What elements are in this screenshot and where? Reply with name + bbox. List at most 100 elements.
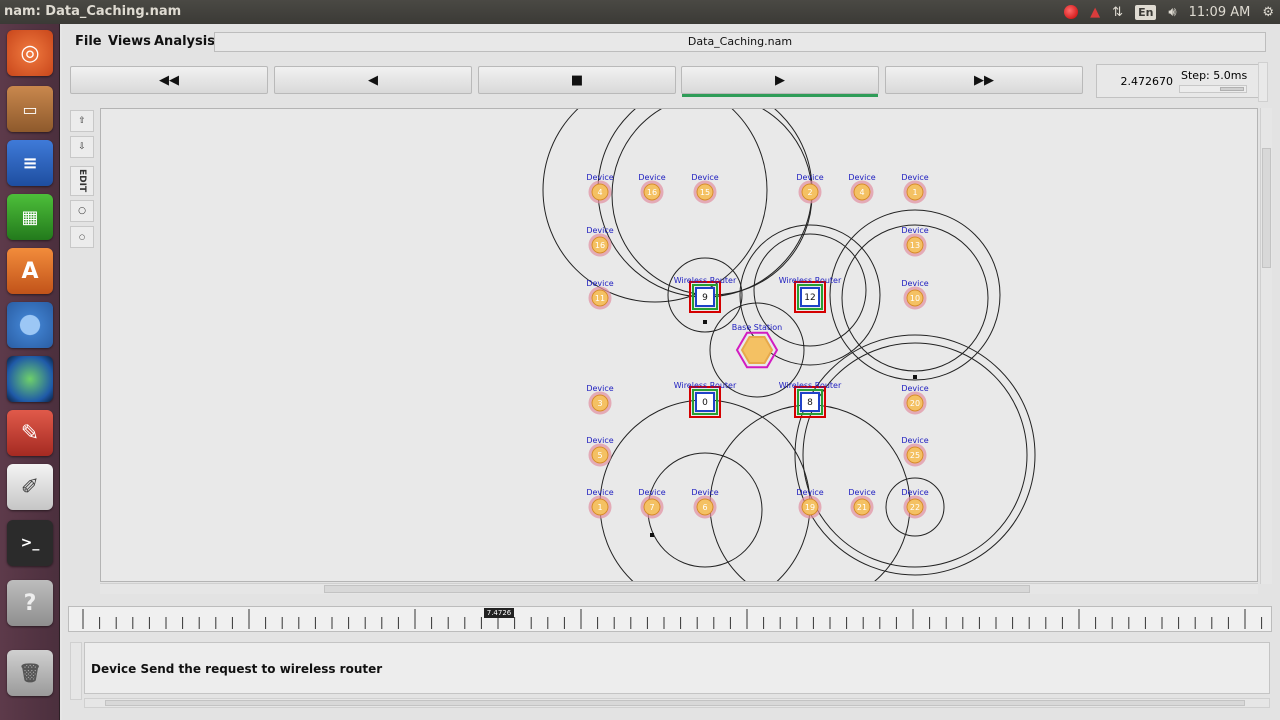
base-station-label: Base Station xyxy=(732,323,782,332)
router-label: Wireless Router xyxy=(674,276,737,285)
device-label: Device xyxy=(901,173,928,182)
device-id: 15 xyxy=(700,188,710,197)
device-id: 1 xyxy=(912,188,917,197)
device-id: 6 xyxy=(702,503,707,512)
device-label: Device xyxy=(638,488,665,497)
circle-large-icon[interactable]: ○ xyxy=(70,200,94,222)
canvas-vscroll-thumb[interactable] xyxy=(1262,148,1271,268)
device-id: 19 xyxy=(805,503,815,512)
globe-icon[interactable] xyxy=(7,356,53,402)
device-label: Device xyxy=(586,226,613,235)
step-slider-thumb[interactable] xyxy=(1220,87,1244,91)
router-id: 9 xyxy=(702,293,708,303)
annotation-horizontal-scrollbar[interactable] xyxy=(84,698,1270,708)
device-id: 16 xyxy=(647,188,657,197)
step-slider[interactable] xyxy=(1179,85,1247,93)
device-id: 7 xyxy=(649,503,654,512)
file-manager-icon[interactable]: ▭ xyxy=(7,86,53,132)
menu-analysis[interactable]: Analysis xyxy=(154,34,215,49)
network-topology: Device4Device16Device15Device2Device4Dev… xyxy=(542,109,1036,581)
device-label: Device xyxy=(586,436,613,445)
device-label: Device xyxy=(901,436,928,445)
packet-marker xyxy=(913,375,917,379)
device-label: Device xyxy=(796,173,823,182)
nam-window: File Views Analysis Data_Caching.nam ◀◀ … xyxy=(62,24,1280,720)
trash-icon[interactable]: 🗑︎ xyxy=(7,650,53,696)
device-label: Device xyxy=(848,488,875,497)
system-top-bar: nam: Data_Caching.nam ▲ ⇅ En 🔊︎ 11:09 AM… xyxy=(0,0,1280,24)
device-label: Device xyxy=(901,226,928,235)
software-center-icon[interactable]: A xyxy=(7,248,53,294)
timeline-marker[interactable]: 7.4726 xyxy=(484,608,514,618)
device-id: 22 xyxy=(910,503,920,512)
range-circle xyxy=(542,109,768,303)
device-id: 10 xyxy=(910,294,920,303)
device-label: Device xyxy=(691,488,718,497)
edit-toolbar: ⇧ ⇩ EDIT ○ ○ xyxy=(70,110,94,250)
volume-icon[interactable]: 🔊︎ xyxy=(1168,0,1176,24)
circle-small-icon[interactable]: ○ xyxy=(70,226,94,248)
network-icon[interactable]: ⇅ xyxy=(1112,0,1123,24)
router-label: Wireless Router xyxy=(674,381,737,390)
clock[interactable]: 11:09 AM xyxy=(1189,0,1251,24)
terminal-icon[interactable]: >_ xyxy=(7,520,53,566)
device-id: 21 xyxy=(857,503,867,512)
device-label: Device xyxy=(848,173,875,182)
canvas-horizontal-scrollbar[interactable] xyxy=(100,583,1258,594)
range-circle xyxy=(611,109,813,296)
current-time: 2.472670 xyxy=(1120,75,1174,88)
zoom-in-icon[interactable]: ⇧ xyxy=(70,110,94,132)
help-icon[interactable]: ? xyxy=(7,580,53,626)
menu-file[interactable]: File xyxy=(75,34,102,49)
device-id: 2 xyxy=(807,188,812,197)
writer-icon[interactable]: ≡ xyxy=(7,140,53,186)
annotation-text: Device Send the request to wireless rout… xyxy=(91,662,383,676)
canvas-vertical-scrollbar[interactable] xyxy=(1260,108,1272,584)
device-id: 1 xyxy=(597,503,602,512)
settings-gear-icon[interactable]: ⚙ xyxy=(1262,0,1274,24)
calc-icon[interactable]: ▦ xyxy=(7,194,53,240)
device-label: Device xyxy=(586,279,613,288)
device-label: Device xyxy=(901,384,928,393)
device-label: Device xyxy=(586,488,613,497)
control-scrollbar[interactable] xyxy=(1258,62,1268,102)
device-id: 16 xyxy=(595,241,605,250)
text-editor-icon[interactable]: ✐ xyxy=(7,464,53,510)
device-id: 5 xyxy=(597,451,602,460)
canvas-hscroll-thumb[interactable] xyxy=(324,585,1030,593)
annotation-vertical-scrollbar[interactable] xyxy=(70,642,82,700)
packet-marker xyxy=(650,533,654,537)
device-id: 4 xyxy=(859,188,864,197)
packet-marker xyxy=(703,320,707,324)
timeline-slider[interactable]: 7.4726 xyxy=(68,606,1272,632)
ubuntu-dash-icon[interactable]: ◎ xyxy=(7,30,53,76)
file-title: Data_Caching.nam xyxy=(214,32,1266,52)
edit-mode-button[interactable]: EDIT xyxy=(70,166,94,196)
network-canvas[interactable]: Device 4 Device 16 Device 15 Device 2 Device 4 Dev… xyxy=(100,108,1258,582)
annotation-hscroll-thumb[interactable] xyxy=(105,700,1245,706)
chromium-icon[interactable] xyxy=(7,302,53,348)
system-tray: ▲ ⇅ En 🔊︎ 11:09 AM ⚙ xyxy=(1064,0,1274,24)
zoom-out-icon[interactable]: ⇩ xyxy=(70,136,94,158)
device-label: Device xyxy=(901,488,928,497)
device-id: 20 xyxy=(910,399,920,408)
stop-button[interactable]: ■ xyxy=(478,66,676,94)
device-id: 13 xyxy=(910,241,920,250)
system-settings-icon[interactable]: ✎ xyxy=(7,410,53,456)
menu-views[interactable]: Views xyxy=(108,34,151,49)
step-back-button[interactable]: ◀ xyxy=(274,66,472,94)
play-button[interactable]: ▶ xyxy=(681,66,879,97)
warning-icon[interactable]: ▲ xyxy=(1090,0,1100,24)
rewind-button[interactable]: ◀◀ xyxy=(70,66,268,94)
menu-bar: File Views Analysis Data_Caching.nam xyxy=(62,32,1280,54)
keyboard-layout-indicator[interactable]: En xyxy=(1135,0,1157,24)
device-label: Device xyxy=(691,173,718,182)
record-indicator-icon[interactable] xyxy=(1064,0,1079,24)
device-label: Device xyxy=(586,173,613,182)
device-label: Device xyxy=(796,488,823,497)
device-id: 4 xyxy=(597,188,602,197)
device-label: Device xyxy=(901,279,928,288)
device-id: 11 xyxy=(595,294,605,303)
device-label: Device xyxy=(586,384,613,393)
fast-forward-button[interactable]: ▶▶ xyxy=(885,66,1083,94)
